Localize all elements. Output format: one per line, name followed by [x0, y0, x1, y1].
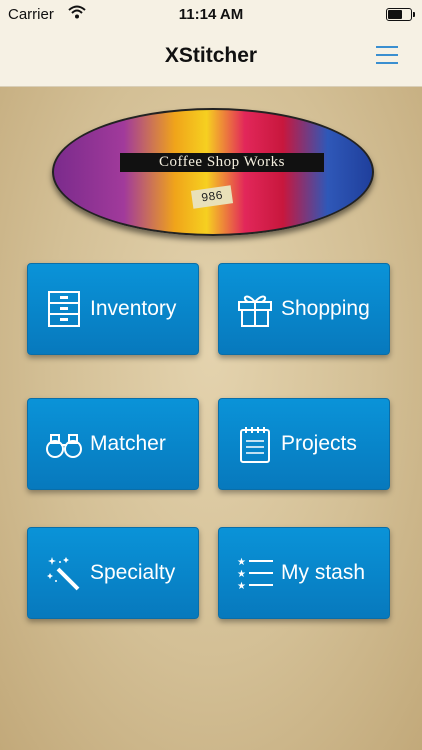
projects-button[interactable]: Projects	[218, 398, 390, 490]
matcher-button[interactable]: Matcher	[27, 398, 199, 490]
hamburger-menu-icon[interactable]	[376, 44, 398, 66]
svg-text:★: ★	[237, 557, 246, 568]
navigation-bar: XStitcher	[0, 30, 422, 87]
thread-tag: 986	[190, 185, 234, 209]
status-time: 11:14 AM	[178, 6, 244, 23]
inventory-button[interactable]: Inventory	[27, 263, 199, 355]
banner-label: Coffee Shop Works	[120, 153, 324, 172]
inventory-label: Inventory	[90, 297, 177, 320]
page-title: XStitcher	[164, 44, 258, 67]
my-stash-label: My stash	[281, 561, 366, 584]
projects-label: Projects	[281, 432, 357, 455]
specialty-label: Specialty	[90, 561, 176, 584]
specialty-button[interactable]: Specialty	[27, 527, 199, 619]
gift-icon	[235, 289, 275, 329]
starred-list-icon: ★ ★ ★	[235, 553, 275, 593]
my-stash-button[interactable]: ★ ★ ★ My stash	[218, 527, 390, 619]
banner-image: 986 Coffee Shop Works	[52, 108, 374, 236]
matcher-label: Matcher	[90, 432, 166, 455]
drawers-icon	[44, 289, 84, 329]
magic-wand-icon	[44, 553, 84, 593]
shopping-label: Shopping	[281, 297, 370, 320]
binoculars-icon	[44, 424, 84, 464]
notepad-icon	[235, 424, 275, 464]
svg-text:★: ★	[237, 569, 246, 580]
shopping-button[interactable]: Shopping	[218, 263, 390, 355]
status-bar: Carrier 11:14 AM	[0, 0, 422, 30]
battery-icon	[386, 8, 415, 21]
svg-text:★: ★	[237, 581, 246, 592]
